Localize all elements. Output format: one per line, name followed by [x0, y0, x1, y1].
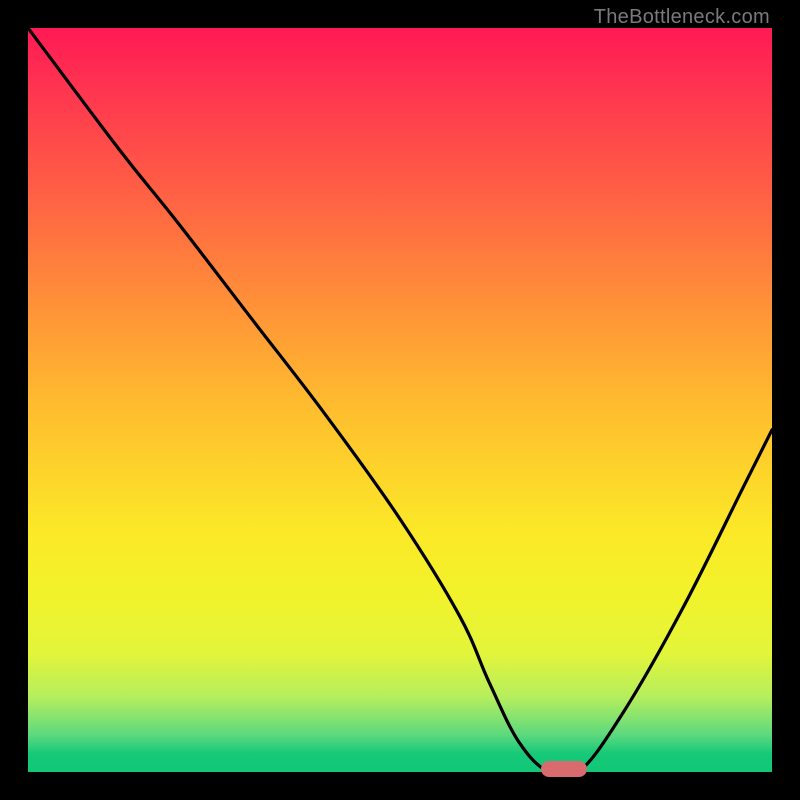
chart-plot-area: [28, 28, 772, 772]
chart-outer-frame: TheBottleneck.com: [0, 0, 800, 800]
watermark-label: TheBottleneck.com: [594, 6, 770, 29]
bottleneck-curve-path: [28, 28, 772, 772]
bottleneck-line-chart: [28, 28, 772, 772]
optimal-point-marker: [541, 761, 587, 777]
